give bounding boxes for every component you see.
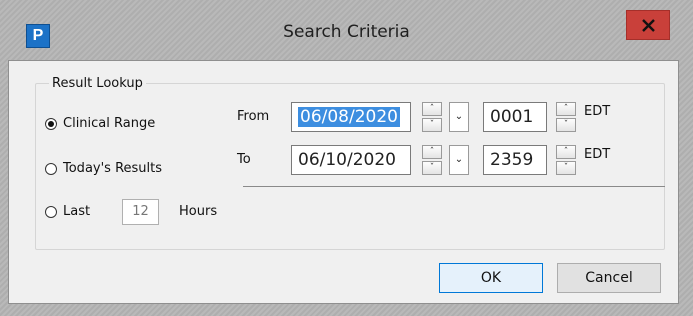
- from-time-spinner[interactable]: ˆ ˇ: [556, 102, 576, 132]
- close-button[interactable]: [626, 10, 670, 40]
- to-time-input[interactable]: 2359: [483, 145, 547, 175]
- from-date-value: 06/08/2020: [298, 107, 400, 127]
- title-bar[interactable]: P Search Criteria: [0, 0, 693, 60]
- radio-button[interactable]: [45, 162, 57, 175]
- chevron-down-icon: ⌄: [454, 111, 464, 122]
- to-timezone: EDT: [584, 147, 611, 162]
- radio-todays-results[interactable]: Today's Results: [45, 161, 162, 176]
- radio-label-clinical-range: Clinical Range: [63, 116, 156, 131]
- to-date-spinner[interactable]: ˆ ˇ: [422, 145, 442, 175]
- close-icon: [642, 19, 655, 32]
- chevron-down-icon[interactable]: ˇ: [556, 118, 576, 132]
- from-timezone: EDT: [584, 104, 611, 119]
- window-title: Search Criteria: [283, 22, 410, 42]
- chevron-down-icon[interactable]: ˇ: [556, 161, 576, 175]
- from-date-input[interactable]: 06/08/2020: [291, 102, 411, 132]
- dialog-body: Result Lookup Clinical Range Today's Res…: [8, 60, 679, 304]
- chevron-up-icon[interactable]: ˆ: [422, 102, 442, 116]
- from-time-input[interactable]: 0001: [483, 102, 547, 132]
- cancel-button[interactable]: Cancel: [557, 263, 661, 293]
- to-time-spinner[interactable]: ˆ ˇ: [556, 145, 576, 175]
- ok-button[interactable]: OK: [439, 263, 543, 293]
- radio-label-todays-results: Today's Results: [63, 161, 163, 176]
- to-date-dropdown[interactable]: ⌄: [449, 145, 469, 175]
- from-date-dropdown[interactable]: ⌄: [449, 102, 469, 132]
- chevron-up-icon[interactable]: ˆ: [556, 102, 576, 116]
- chevron-down-icon[interactable]: ˇ: [422, 118, 442, 132]
- from-date-spinner[interactable]: ˆ ˇ: [422, 102, 442, 132]
- to-date-input[interactable]: 06/10/2020: [291, 145, 411, 175]
- to-label: To: [237, 152, 251, 167]
- chevron-down-icon[interactable]: ˇ: [422, 161, 442, 175]
- group-label: Result Lookup: [49, 76, 146, 91]
- chevron-up-icon[interactable]: ˆ: [556, 145, 576, 159]
- search-criteria-dialog: P Search Criteria Result Lookup Clinical…: [0, 0, 693, 316]
- radio-button-checked[interactable]: [45, 117, 57, 130]
- radio-clinical-range[interactable]: Clinical Range: [45, 116, 155, 131]
- radio-last[interactable]: Last: [45, 204, 90, 219]
- last-hours-input[interactable]: 12: [122, 199, 159, 225]
- radio-label-last: Last: [63, 204, 91, 219]
- hours-label: Hours: [179, 204, 218, 219]
- chevron-up-icon[interactable]: ˆ: [422, 145, 442, 159]
- divider: [243, 186, 665, 187]
- radio-button[interactable]: [45, 205, 57, 218]
- from-label: From: [237, 109, 270, 124]
- chevron-down-icon: ⌄: [454, 154, 464, 165]
